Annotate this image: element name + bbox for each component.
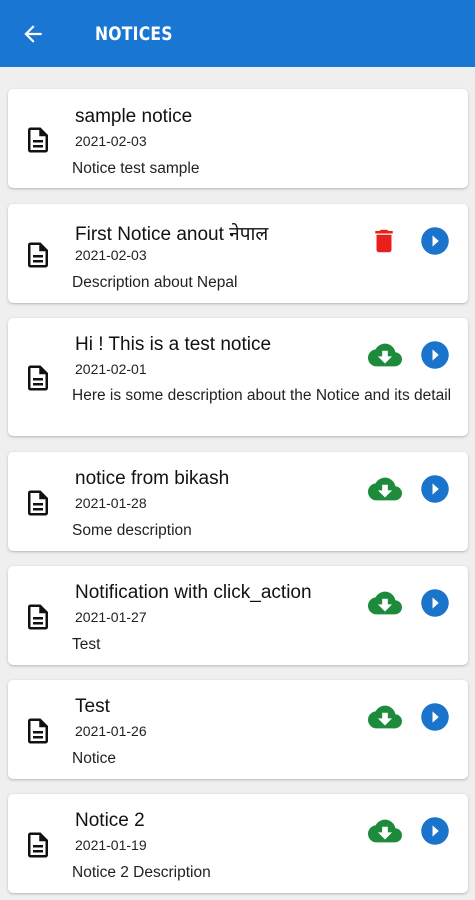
open-button[interactable]	[418, 700, 452, 734]
arrow-left-icon	[24, 24, 42, 43]
notice-card[interactable]: notice from bikash 2021-01-28 Some descr…	[8, 452, 468, 551]
notice-description: Notice	[72, 750, 116, 767]
notice-title: First Notice anout नेपाल	[75, 224, 269, 245]
notice-card[interactable]: sample notice 2021-02-03 Notice test sam…	[8, 89, 468, 188]
notice-date: 2021-02-03	[75, 247, 147, 263]
notice-description: Notice 2 Description	[72, 864, 211, 881]
notice-card[interactable]: Hi ! This is a test notice 2021-02-01 He…	[8, 318, 468, 436]
delete-button[interactable]	[367, 224, 401, 258]
notice-description: Some description	[72, 522, 192, 539]
app-bar: NOTICES	[0, 0, 475, 67]
play-circle-icon	[421, 475, 449, 503]
download-button[interactable]	[368, 472, 402, 506]
notice-title: Test	[75, 696, 110, 717]
notice-date: 2021-01-27	[75, 609, 147, 625]
download-button[interactable]	[368, 338, 402, 372]
trash-icon	[375, 229, 393, 253]
document-icon	[28, 127, 48, 153]
document-icon	[28, 718, 48, 744]
notice-title: sample notice	[75, 106, 193, 127]
play-circle-icon	[421, 589, 449, 617]
cloud-download-icon	[368, 591, 402, 615]
notice-description: Test	[72, 636, 101, 653]
notice-date: 2021-01-19	[75, 837, 147, 853]
notice-card[interactable]: Notice 2 2021-01-19 Notice 2 Description	[8, 794, 468, 893]
open-button[interactable]	[418, 814, 452, 848]
notice-description: Description about Nepal	[72, 274, 238, 291]
open-button[interactable]	[418, 338, 452, 372]
document-icon	[28, 490, 48, 516]
document-icon	[28, 365, 48, 391]
open-button[interactable]	[418, 224, 452, 258]
cloud-download-icon	[368, 819, 402, 843]
page-title: NOTICES	[95, 22, 173, 45]
play-circle-icon	[421, 341, 449, 369]
back-button[interactable]	[0, 0, 66, 67]
notice-date: 2021-02-01	[75, 361, 147, 377]
download-button[interactable]	[368, 700, 402, 734]
cloud-download-icon	[368, 343, 402, 367]
play-circle-icon	[421, 703, 449, 731]
open-button[interactable]	[418, 586, 452, 620]
notice-date: 2021-02-03	[75, 133, 147, 149]
play-circle-icon	[421, 817, 449, 845]
download-button[interactable]	[368, 586, 402, 620]
document-icon	[28, 604, 48, 630]
document-icon	[28, 242, 48, 268]
notice-date: 2021-01-28	[75, 495, 147, 511]
notice-description: Here is some description about the Notic…	[72, 387, 452, 404]
notice-card[interactable]: First Notice anout नेपाल 2021-02-03 Desc…	[8, 204, 468, 303]
notice-title: Notification with click_action	[75, 582, 312, 603]
notice-title: Notice 2	[75, 810, 145, 831]
notice-title: Hi ! This is a test notice	[75, 334, 272, 355]
cloud-download-icon	[368, 477, 402, 501]
notice-card[interactable]: Test 2021-01-26 Notice	[8, 680, 468, 779]
notice-date: 2021-01-26	[75, 723, 147, 739]
cloud-download-icon	[368, 705, 402, 729]
notice-card[interactable]: Notification with click_action 2021-01-2…	[8, 566, 468, 665]
document-icon	[28, 832, 48, 858]
notice-description: Notice test sample	[72, 160, 200, 177]
play-circle-icon	[421, 227, 449, 255]
open-button[interactable]	[418, 472, 452, 506]
notice-title: notice from bikash	[75, 468, 230, 489]
download-button[interactable]	[368, 814, 402, 848]
